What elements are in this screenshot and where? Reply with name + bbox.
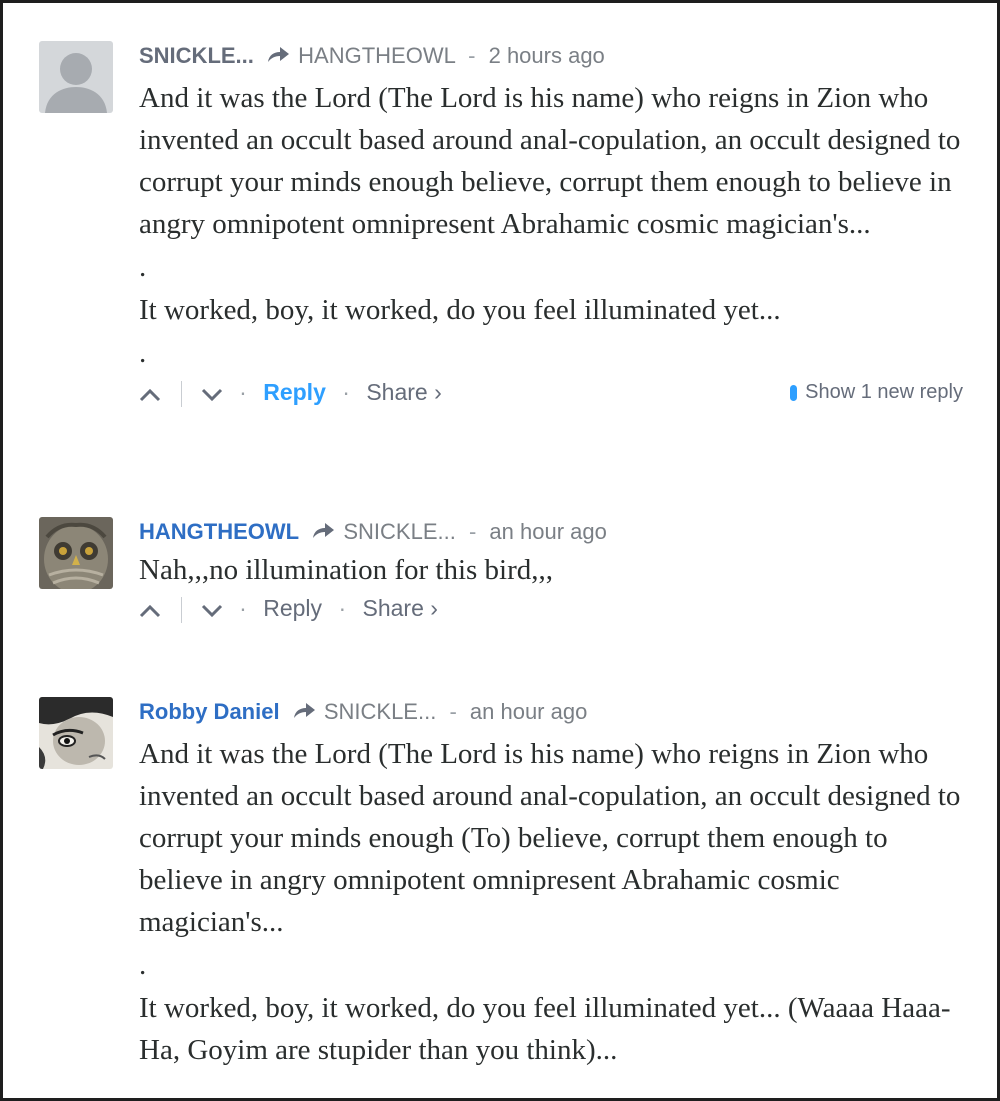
comment-text: And it was the Lord (The Lord is his nam… [139,77,975,375]
comment-paragraph: . [139,337,147,369]
parent-author-link[interactable]: HANGTHEOWL [298,43,455,68]
vote-divider [181,596,183,623]
comment-paragraph: It worked, boy, it worked, do you feel i… [139,294,781,326]
author-name[interactable]: HANGTHEOWL [139,519,299,544]
comment-paragraph: . [139,949,147,981]
meta-separator: - [468,519,477,544]
action-separator: · [239,595,247,621]
comment-meta: Robby Daniel SNICKLE... - an hour ago [139,697,975,727]
action-separator: · [239,379,247,405]
comment-thread: SNICKLE... HANGTHEOWL - 2 hours ago And … [0,0,1000,1101]
user-photo-avatar-icon[interactable] [39,697,113,769]
upvote-icon[interactable] [139,593,161,627]
reply-arrow-icon [292,698,316,728]
action-separator: · [342,379,350,405]
comment-meta: HANGTHEOWL SNICKLE... - an hour ago [139,517,975,547]
comment-paragraph: Nah,,,no illumination for this bird,,, [139,554,554,586]
downvote-icon[interactable] [201,593,223,627]
comment-paragraph: . [139,251,147,283]
comment-meta: SNICKLE... HANGTHEOWL - 2 hours ago [139,41,975,71]
reply-arrow-icon [266,42,290,72]
downvote-icon[interactable] [201,377,223,411]
author-name[interactable]: Robby Daniel [139,699,280,724]
action-separator: · [338,595,347,621]
meta-separator: - [449,699,457,724]
share-button[interactable]: Share › [363,595,438,621]
show-new-reply-button[interactable]: Show 1 new reply [790,375,963,409]
default-avatar-icon[interactable] [39,41,113,113]
owl-avatar-icon[interactable] [39,517,113,589]
timestamp[interactable]: an hour ago [470,699,587,724]
comment-paragraph: And it was the Lord (The Lord is his nam… [139,82,961,240]
new-reply-indicator-icon [790,384,798,401]
parent-author-link[interactable]: SNICKLE... [343,519,455,544]
comment-paragraph: It worked, boy, it worked, do you feel i… [139,992,951,1066]
reply-button[interactable]: Reply [263,379,326,405]
new-reply-label: Show 1 new reply [805,381,963,403]
timestamp[interactable]: 2 hours ago [489,43,605,68]
comment-text: And it was the Lord (The Lord is his nam… [139,733,975,1071]
reply-arrow-icon [311,518,335,548]
comment-paragraph: And it was the Lord (The Lord is his nam… [139,738,961,938]
timestamp[interactable]: an hour ago [489,519,606,544]
meta-separator: - [468,43,476,68]
comment-actions: · Reply · Share › [139,591,975,625]
parent-author-link[interactable]: SNICKLE... [324,699,436,724]
comment-text: Nah,,,no illumination for this bird,,, [139,549,975,591]
upvote-icon[interactable] [139,377,161,411]
comment-actions: · Reply · Share › Show 1 new reply [139,375,975,409]
author-name[interactable]: SNICKLE... [139,43,254,68]
share-button[interactable]: Share › [366,379,441,405]
vote-divider [181,380,183,407]
reply-button[interactable]: Reply [263,595,322,621]
